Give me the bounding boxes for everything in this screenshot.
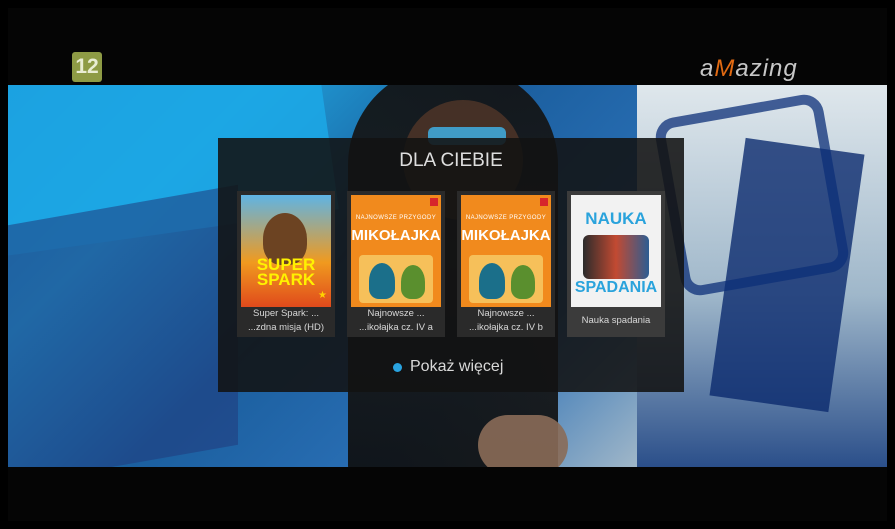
recommendation-tile-mikolajka-b[interactable]: NAJNOWSZE PRZYGODY MIKOŁAJKA Najnowsze .… [457, 191, 555, 337]
poster-mikolajka: NAJNOWSZE PRZYGODY MIKOŁAJKA [351, 195, 441, 307]
tile-caption: Najnowsze ... ...ikołajka cz. IV b [469, 308, 543, 333]
tile-caption: Super Spark: ... ...zdna misja (HD) [247, 308, 324, 333]
recommendation-tile-super-spark[interactable]: SUPER SPARK ★ Super Spark: ... ...zdna m… [237, 191, 335, 337]
poster-nauka-spadania: NAUKA SPADANIA [571, 195, 661, 307]
tile-caption: Nauka spadania [581, 315, 651, 326]
channel-logo: aMazing [700, 55, 798, 82]
show-more-button[interactable]: Pokaż więcej [393, 358, 503, 376]
panel-title: DLA CIEBIE [399, 150, 503, 171]
recommendation-tile-mikolajka-a[interactable]: NAJNOWSZE PRZYGODY MIKOŁAJKA Najnowsze .… [347, 191, 445, 337]
tile-caption: Najnowsze ... ...ikołajka cz. IV a [359, 308, 433, 333]
recommendation-tile-nauka-spadania[interactable]: NAUKA SPADANIA Nauka spadania [567, 191, 665, 337]
show-more-label: Pokaż więcej [410, 358, 504, 375]
recommendations-panel: DLA CIEBIE SUPER SPARK ★ Super Spark: ..… [218, 138, 684, 392]
poster-mikolajka: NAJNOWSZE PRZYGODY MIKOŁAJKA [461, 195, 551, 307]
hd-icon: ★ [318, 290, 327, 301]
bullet-icon [393, 362, 402, 372]
poster-super-spark: SUPER SPARK ★ [241, 195, 331, 307]
age-rating-badge: 12 [72, 52, 102, 82]
